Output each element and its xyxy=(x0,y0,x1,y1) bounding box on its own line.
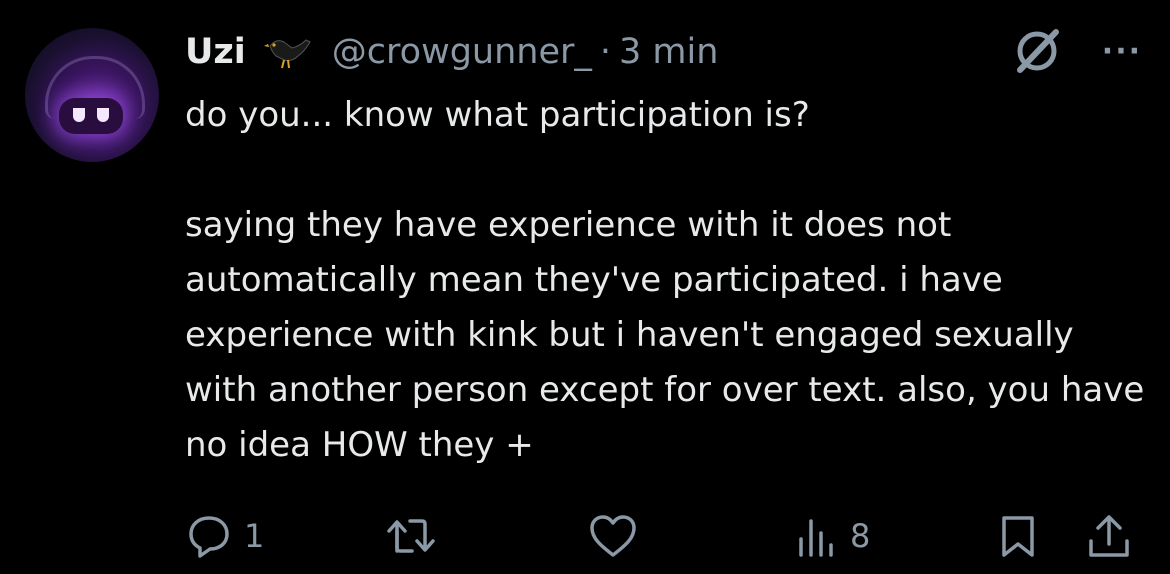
retweet-button[interactable] xyxy=(386,508,436,564)
tweet-text: do you... know what participation is? sa… xyxy=(185,95,1145,465)
action-bar: 1 8 xyxy=(0,508,1170,564)
like-button[interactable] xyxy=(588,508,638,564)
bookmark-icon xyxy=(1002,516,1034,557)
share-button[interactable] xyxy=(1086,508,1132,564)
retweet-icon xyxy=(387,519,435,553)
avatar-visor xyxy=(59,98,123,134)
more-icon[interactable]: ··· xyxy=(1102,34,1142,69)
views-button[interactable]: 8 xyxy=(796,508,870,564)
heart-icon xyxy=(590,515,636,557)
reply-count: 1 xyxy=(244,517,265,555)
reply-button[interactable]: 1 xyxy=(186,508,264,564)
tweet-header: Uzi @crowgunner_ · 3 min xyxy=(185,24,718,80)
avatar[interactable] xyxy=(25,28,159,162)
avatar-eye-left xyxy=(73,108,85,122)
tweet: Uzi @crowgunner_ · 3 min ··· do you... k… xyxy=(0,0,1170,574)
header-actions: ··· xyxy=(1012,28,1142,74)
bookmark-button[interactable] xyxy=(998,508,1038,564)
views-count: 8 xyxy=(850,517,871,555)
bird-emoji-icon xyxy=(263,39,311,69)
grok-icon[interactable] xyxy=(1012,28,1062,74)
author-name[interactable]: Uzi xyxy=(185,32,246,72)
separator-dot: · xyxy=(599,32,612,72)
timestamp[interactable]: 3 min xyxy=(619,32,718,72)
views-icon xyxy=(799,519,833,557)
share-icon xyxy=(1089,515,1129,557)
reply-icon xyxy=(189,516,229,558)
avatar-eye-right xyxy=(97,108,109,122)
author-handle[interactable]: @crowgunner_ xyxy=(332,32,592,72)
